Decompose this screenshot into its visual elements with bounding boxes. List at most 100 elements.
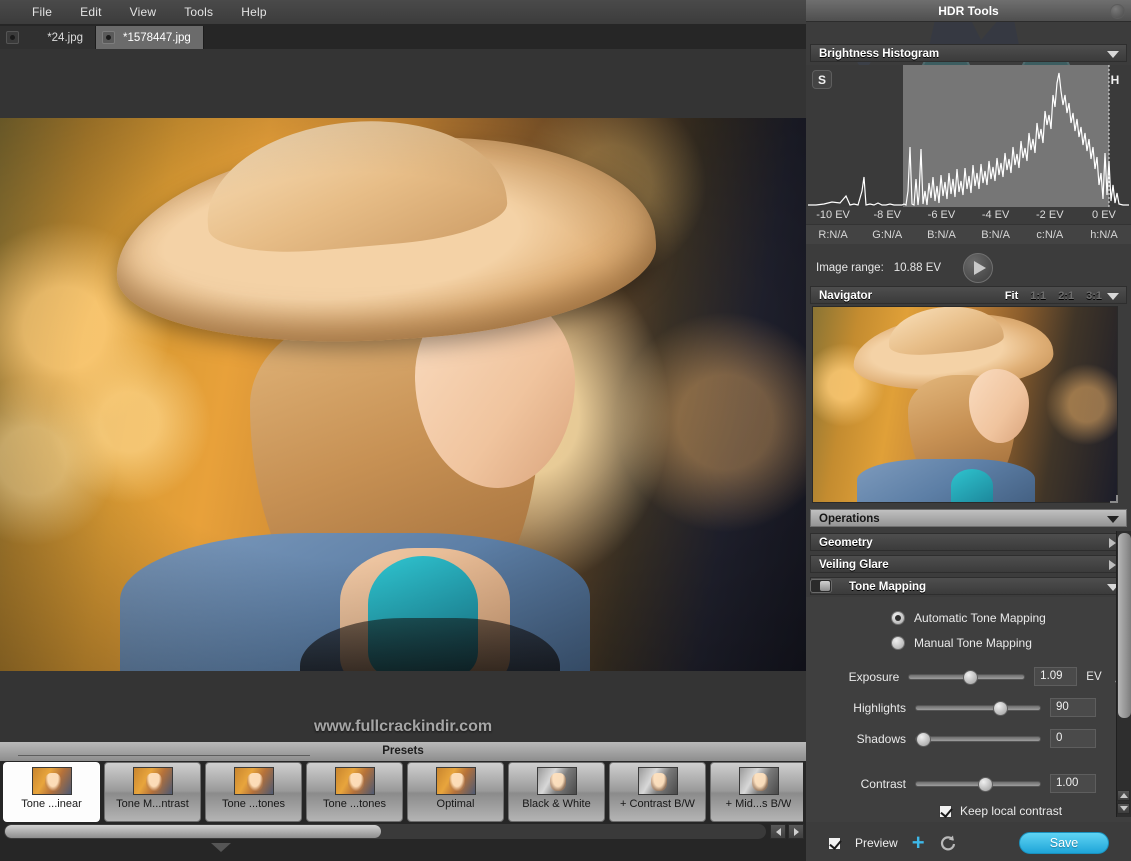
right-panel-scrollbar[interactable] bbox=[1116, 531, 1131, 817]
navigator-zoom-controls: Fit 1:1 2:1 3:1 bbox=[1005, 287, 1102, 305]
exposure-slider[interactable] bbox=[908, 674, 1025, 680]
preset-item-7[interactable]: + Mid...s B/W bbox=[710, 762, 803, 822]
preview-checkbox[interactable] bbox=[828, 837, 841, 850]
save-button[interactable]: Save bbox=[1019, 832, 1109, 854]
radio-manual-tone-mapping[interactable]: Manual Tone Mapping bbox=[806, 630, 1131, 655]
menu-item-tools[interactable]: Tools bbox=[170, 0, 227, 24]
menu-item-edit[interactable]: Edit bbox=[66, 0, 115, 24]
preset-thumbnail bbox=[739, 767, 779, 795]
preset-item-3[interactable]: Tone ...tones bbox=[306, 762, 403, 822]
ev-tick: -6 EV bbox=[914, 209, 968, 221]
preset-thumbnail bbox=[133, 767, 173, 795]
zoom-3-1-button[interactable]: 3:1 bbox=[1086, 287, 1102, 305]
image-range-label: Image range: bbox=[816, 262, 884, 274]
navigator-resize-handle[interactable] bbox=[1110, 495, 1118, 503]
document-tab-2[interactable]: *1578447.jpg bbox=[96, 26, 204, 49]
preset-item-4[interactable]: Optimal bbox=[407, 762, 504, 822]
canvas-watermark: www.fullcrackindir.com bbox=[0, 718, 806, 736]
right-panel-scrollbar-thumb[interactable] bbox=[1118, 533, 1131, 718]
keep-local-contrast-checkbox[interactable]: Keep local contrast bbox=[806, 799, 1131, 823]
contrast-slider[interactable] bbox=[915, 781, 1041, 787]
radio-label: Manual Tone Mapping bbox=[914, 636, 1032, 650]
section-header-navigator[interactable]: Navigator Fit 1:1 2:1 3:1 bbox=[810, 286, 1127, 304]
presets-collapse-caret[interactable] bbox=[211, 843, 231, 852]
presets-title: Presets bbox=[0, 742, 806, 761]
contrast-value-field[interactable]: 1.00 bbox=[1050, 774, 1096, 793]
preset-thumbnail bbox=[537, 767, 577, 795]
add-icon[interactable]: + bbox=[912, 832, 925, 854]
section-header-veiling-glare[interactable]: Veiling Glare bbox=[810, 555, 1127, 573]
preset-item-6[interactable]: + Contrast B/W bbox=[609, 762, 706, 822]
section-title: Navigator bbox=[819, 290, 872, 302]
exposure-value-field[interactable]: 1.09 bbox=[1034, 667, 1077, 686]
slider-row-highlights: Highlights 90 bbox=[806, 692, 1131, 723]
presets-scroll-right-button[interactable] bbox=[788, 824, 804, 839]
image-canvas[interactable]: www.fullcrackindir.com bbox=[0, 49, 806, 742]
preset-item-0[interactable]: Tone ...inear bbox=[3, 762, 100, 822]
tone-mapping-enable-toggle[interactable] bbox=[810, 579, 832, 593]
exposure-unit: EV bbox=[1086, 671, 1101, 683]
tab-label: *24.jpg bbox=[27, 32, 83, 44]
highlights-clip-button[interactable]: H bbox=[1105, 70, 1125, 89]
highlights-slider-knob[interactable] bbox=[993, 701, 1008, 716]
menu-item-file[interactable]: File bbox=[18, 0, 66, 24]
shadows-slider[interactable] bbox=[915, 736, 1041, 742]
preset-label: Black & White bbox=[522, 798, 590, 810]
shadows-value-field[interactable]: 0 bbox=[1050, 729, 1096, 748]
section-header-brightness-histogram[interactable]: Brightness Histogram bbox=[810, 44, 1127, 62]
radio-automatic-tone-mapping[interactable]: Automatic Tone Mapping bbox=[806, 605, 1131, 630]
document-tab-1[interactable]: *24.jpg bbox=[0, 26, 96, 49]
channel-readout-h: h:N/A bbox=[1077, 229, 1131, 241]
preset-item-1[interactable]: Tone M...ntrast bbox=[104, 762, 201, 822]
shadows-slider-knob[interactable] bbox=[916, 732, 931, 747]
image-range-value: 10.88 EV bbox=[894, 262, 941, 274]
presets-scrollbar-thumb[interactable] bbox=[5, 825, 381, 838]
presets-strip[interactable]: Tone ...inear Tone M...ntrast Tone ...to… bbox=[3, 762, 803, 822]
panel-options-icon[interactable] bbox=[1110, 4, 1125, 19]
highlights-value-field[interactable]: 90 bbox=[1050, 698, 1096, 717]
section-title: Veiling Glare bbox=[819, 559, 889, 571]
channel-readout-row: R:N/A G:N/A B:N/A B:N/A c:N/A h:N/A bbox=[806, 224, 1131, 244]
channel-readout-brightness: B:N/A bbox=[969, 229, 1023, 241]
highlights-slider[interactable] bbox=[915, 705, 1041, 711]
zoom-1-1-button[interactable]: 1:1 bbox=[1030, 287, 1046, 305]
tab-modified-icon bbox=[6, 31, 19, 44]
shadows-clip-button[interactable]: S bbox=[812, 70, 832, 89]
channel-readout-r: R:N/A bbox=[806, 229, 860, 241]
scroll-up-button[interactable] bbox=[1117, 790, 1130, 801]
section-header-operations[interactable]: Operations bbox=[810, 509, 1127, 527]
application-window: File Edit View Tools Help *24.jpg *15784… bbox=[0, 0, 1131, 861]
scroll-down-button[interactable] bbox=[1117, 803, 1130, 814]
play-icon[interactable] bbox=[963, 253, 993, 283]
presets-scrollbar[interactable] bbox=[4, 824, 766, 839]
menu-item-view[interactable]: View bbox=[116, 0, 171, 24]
section-header-tone-mapping[interactable]: Tone Mapping bbox=[810, 577, 1127, 595]
radio-label: Automatic Tone Mapping bbox=[914, 611, 1046, 625]
preset-thumbnail bbox=[234, 767, 274, 795]
zoom-2-1-button[interactable]: 2:1 bbox=[1058, 287, 1074, 305]
ev-tick: -10 EV bbox=[806, 209, 860, 221]
zoom-fit-button[interactable]: Fit bbox=[1005, 287, 1018, 305]
tone-mapping-divider bbox=[18, 755, 310, 756]
preset-item-2[interactable]: Tone ...tones bbox=[205, 762, 302, 822]
histogram-ev-axis: -10 EV -8 EV -6 EV -4 EV -2 EV 0 EV bbox=[806, 205, 1131, 224]
menu-item-help[interactable]: Help bbox=[227, 0, 280, 24]
presets-scroll-left-button[interactable] bbox=[770, 824, 786, 839]
contrast-slider-knob[interactable] bbox=[978, 777, 993, 792]
section-header-geometry[interactable]: Geometry bbox=[810, 533, 1127, 551]
photo-preview[interactable] bbox=[0, 118, 806, 671]
channel-readout-c: c:N/A bbox=[1023, 229, 1077, 241]
preview-label: Preview bbox=[855, 836, 898, 850]
chevron-right-icon bbox=[1109, 538, 1116, 548]
navigator-subject-shirt bbox=[857, 459, 1035, 503]
exposure-slider-knob[interactable] bbox=[963, 670, 978, 685]
preset-thumbnail bbox=[436, 767, 476, 795]
preset-label: Tone ...tones bbox=[323, 798, 386, 810]
navigator-thumbnail[interactable] bbox=[812, 306, 1118, 503]
refresh-icon[interactable] bbox=[939, 834, 957, 852]
preset-item-5[interactable]: Black & White bbox=[508, 762, 605, 822]
section-title: Operations bbox=[819, 513, 880, 525]
brightness-histogram[interactable]: S H bbox=[806, 65, 1131, 207]
tab-modified-icon bbox=[102, 31, 115, 44]
chevron-down-icon bbox=[1107, 51, 1119, 58]
